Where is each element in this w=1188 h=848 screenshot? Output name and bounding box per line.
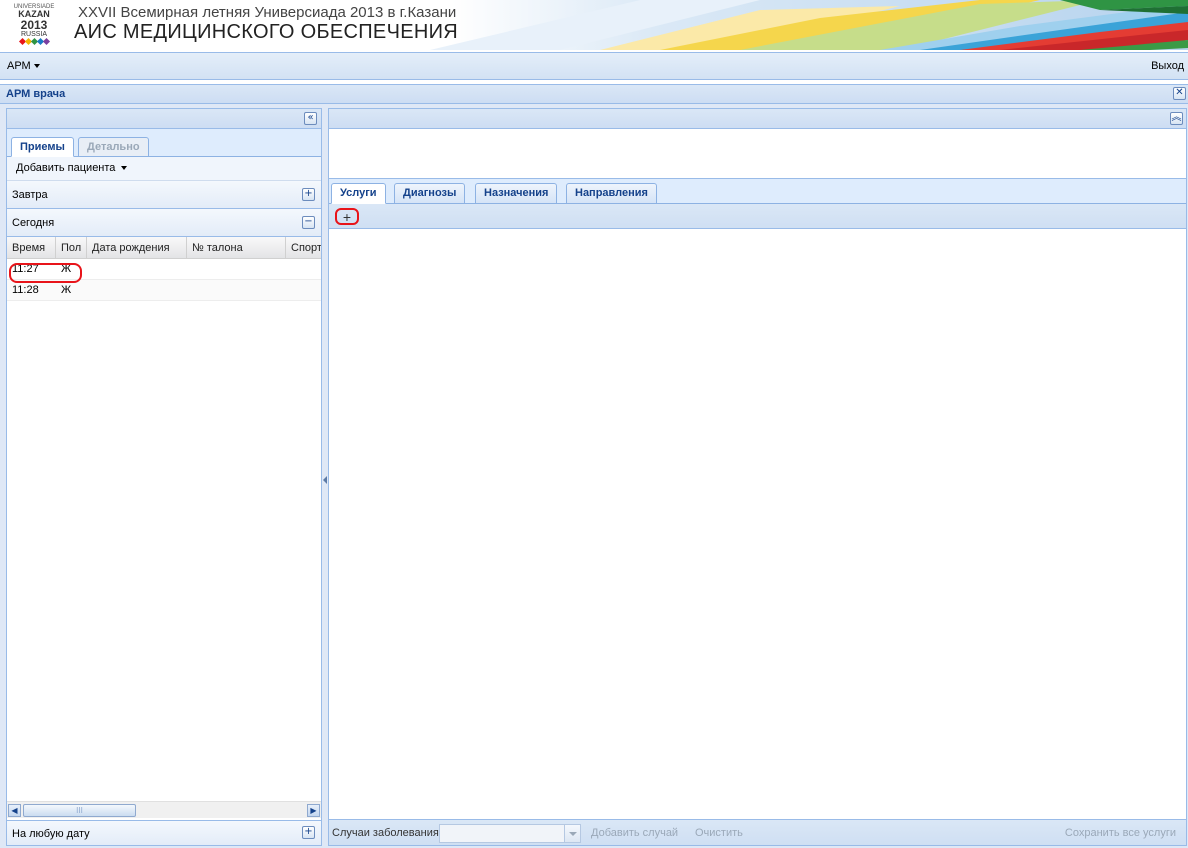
horizontal-scrollbar[interactable]: ◀ III ▶: [7, 801, 321, 818]
group-any-date[interactable]: На любую дату +: [7, 820, 321, 845]
column-header-ticket[interactable]: № талона: [187, 237, 286, 258]
chevron-down-icon: [121, 166, 128, 171]
cell-sport: [286, 259, 326, 279]
group-tomorrow[interactable]: Завтра +: [7, 181, 321, 209]
universiade-logo: UNIVERSIADE KAZAN 2013 RUSSIA: [8, 4, 60, 46]
arm-menu-button[interactable]: АРМ: [7, 60, 40, 72]
table-row[interactable]: 11:28 Ж: [7, 280, 321, 301]
arm-menu-label: АРМ: [7, 60, 31, 72]
column-header-birthdate[interactable]: Дата рождения: [87, 237, 187, 258]
cases-toolbar: Случаи заболевания Добавить случай Очист…: [329, 819, 1186, 845]
cell-sex: Ж: [61, 263, 72, 275]
window-title: АРМ врача: [6, 88, 66, 100]
column-header-time[interactable]: Время: [7, 237, 56, 258]
clear-button[interactable]: Очистить: [695, 827, 743, 839]
group-today-label: Сегодня: [12, 217, 55, 229]
collapse-arrow-icon[interactable]: [323, 476, 327, 484]
group-today[interactable]: Сегодня −: [7, 209, 321, 237]
cell-ticket: [187, 280, 286, 300]
window-titlebar: АРМ врача ✕: [0, 84, 1188, 104]
appointments-panel: « Приемы Детально Добавить пациента Завт…: [6, 108, 322, 846]
appointments-grid: Время Пол Дата рождения № талона Спорт 1…: [7, 237, 321, 301]
services-list: [329, 229, 1186, 812]
app-header: UNIVERSIADE KAZAN 2013 RUSSIA XXVII Всем…: [0, 0, 1188, 50]
cell-sport: [286, 280, 326, 300]
tab-diagnoses[interactable]: Диагнозы: [394, 183, 466, 204]
column-header-sport[interactable]: Спорт: [286, 237, 321, 258]
header-title: АИС МЕДИЦИНСКОГО ОБЕСПЕЧЕНИЯ: [74, 21, 459, 43]
tab-appointments[interactable]: Приемы: [11, 137, 74, 157]
cell-ticket: [187, 259, 286, 279]
logo-line3: 2013: [20, 18, 48, 32]
expand-icon[interactable]: +: [302, 826, 315, 839]
cell-time: 11:27: [12, 263, 39, 275]
chevron-down-icon[interactable]: [564, 825, 580, 842]
add-service-button[interactable]: +: [335, 208, 359, 225]
logo-stars-icon: [8, 37, 60, 46]
left-toolbar: Добавить пациента: [7, 157, 321, 181]
details-panel: ︽ Услуги Диагнозы Назначения Направления…: [328, 108, 1187, 846]
menu-bar: АРМ Выход: [0, 52, 1188, 80]
scroll-left-icon[interactable]: ◀: [8, 804, 21, 817]
cell-time: 11:28: [12, 284, 39, 296]
main-area: « Приемы Детально Добавить пациента Завт…: [0, 104, 1188, 848]
scroll-thumb[interactable]: III: [23, 804, 136, 817]
right-panel-header: ︽: [329, 109, 1186, 129]
column-header-sex[interactable]: Пол: [56, 237, 87, 258]
exit-button[interactable]: Выход: [1151, 60, 1184, 72]
services-toolbar: +: [329, 204, 1186, 229]
save-all-services-button[interactable]: Сохранить все услуги: [1065, 827, 1176, 839]
group-any-date-label: На любую дату: [12, 828, 90, 840]
cases-combo[interactable]: [439, 824, 581, 843]
header-subtitle: XXVII Всемирная летняя Универсиада 2013 …: [78, 4, 457, 21]
cases-label: Случаи заболевания: [332, 827, 439, 839]
close-icon[interactable]: ✕: [1173, 87, 1186, 100]
add-patient-button[interactable]: Добавить пациента: [16, 162, 128, 174]
tab-prescriptions[interactable]: Назначения: [475, 183, 558, 204]
collapse-up-icon[interactable]: ︽: [1170, 112, 1183, 125]
right-tabbar: Услуги Диагнозы Назначения Направления: [329, 179, 1186, 204]
tab-services[interactable]: Услуги: [331, 183, 386, 204]
cell-birthdate: [87, 259, 187, 279]
grid-header: Время Пол Дата рождения № талона Спорт: [7, 237, 321, 259]
collapse-left-icon[interactable]: «: [304, 112, 317, 125]
collapse-icon[interactable]: −: [302, 216, 315, 229]
tab-referrals[interactable]: Направления: [566, 183, 657, 204]
scroll-right-icon[interactable]: ▶: [307, 804, 320, 817]
add-case-button[interactable]: Добавить случай: [591, 827, 678, 839]
expand-icon[interactable]: +: [302, 188, 315, 201]
tab-details[interactable]: Детально: [78, 137, 149, 157]
patient-info-area: [329, 129, 1186, 179]
left-tabbar: Приемы Детально: [7, 129, 321, 157]
left-panel-header: «: [7, 109, 321, 129]
cell-birthdate: [87, 280, 187, 300]
group-tomorrow-label: Завтра: [12, 189, 48, 201]
add-patient-label: Добавить пациента: [16, 162, 116, 174]
chevron-down-icon: [33, 64, 40, 69]
cell-sex: Ж: [61, 284, 72, 296]
table-row[interactable]: 11:27 Ж: [7, 259, 321, 280]
